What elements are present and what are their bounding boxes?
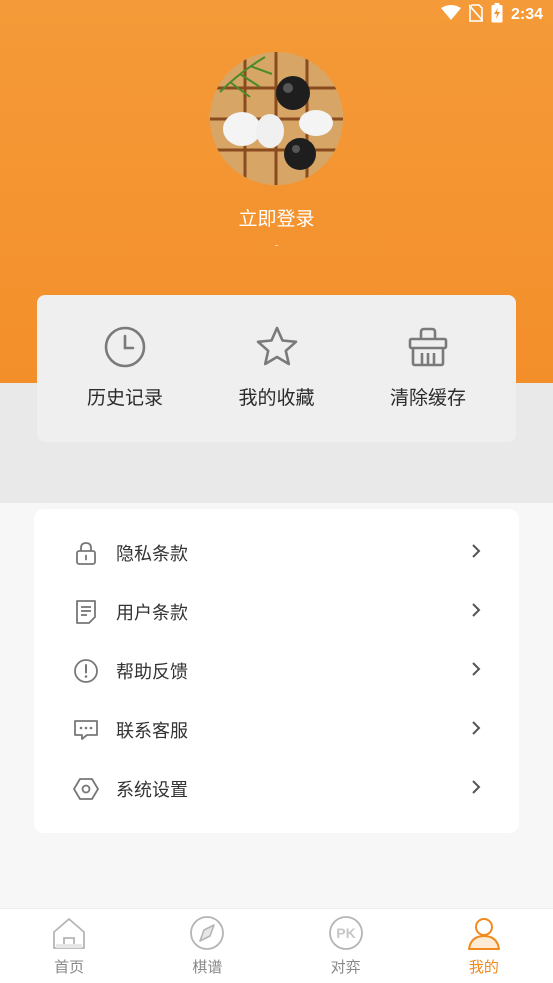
menu-item-privacy[interactable]: 隐私条款 <box>34 523 519 582</box>
no-sim-icon <box>468 4 484 26</box>
chevron-right-icon <box>469 778 483 800</box>
wifi-icon <box>440 5 461 25</box>
go-board-avatar-image <box>210 52 343 185</box>
battery-charging-icon <box>491 3 503 27</box>
svg-text:PK: PK <box>336 925 355 941</box>
menu-item-label: 隐私条款 <box>116 543 188 565</box>
tab-mine[interactable]: 我的 <box>415 909 553 983</box>
menu-item-label: 用户条款 <box>116 602 188 624</box>
exclamation-icon <box>72 657 100 685</box>
clock-icon <box>104 326 146 368</box>
document-icon <box>72 598 100 626</box>
tab-label: 对弈 <box>330 958 361 976</box>
login-link[interactable]: 立即登录 <box>0 204 553 231</box>
chevron-right-icon <box>469 601 483 623</box>
chevron-right-icon <box>469 719 483 741</box>
history-label: 历史记录 <box>86 387 163 409</box>
profile-subtitle: - <box>274 238 279 252</box>
chevron-right-icon <box>469 660 483 682</box>
menu-item-label: 系统设置 <box>116 779 188 801</box>
tab-label: 我的 <box>468 958 499 976</box>
clear-cache-label: 清除缓存 <box>389 387 466 409</box>
home-icon <box>53 918 86 949</box>
menu-item-help-feedback[interactable]: 帮助反馈 <box>34 641 519 700</box>
status-time: 2:34 <box>510 6 543 23</box>
favorites-button[interactable]: 我的收藏 <box>227 295 327 442</box>
avatar[interactable] <box>210 52 343 185</box>
tab-label: 首页 <box>54 958 85 976</box>
quick-actions-card: 历史记录 我的收藏 清除缓存 <box>37 295 516 442</box>
settings-menu: 隐私条款 用户条款 帮助反馈 联系客服 系统设置 <box>34 509 519 833</box>
menu-item-label: 联系客服 <box>116 720 188 742</box>
favorites-label: 我的收藏 <box>238 387 315 409</box>
star-icon <box>256 326 297 366</box>
settings-hex-icon <box>72 775 100 803</box>
basket-icon <box>408 327 448 367</box>
menu-item-label: 帮助反馈 <box>116 661 188 683</box>
history-button[interactable]: 历史记录 <box>75 295 175 442</box>
tab-game-records[interactable]: 棋谱 <box>138 909 276 983</box>
pk-icon: PK <box>328 916 363 950</box>
status-bar: 2:34 <box>440 0 543 30</box>
compass-icon <box>190 916 225 950</box>
menu-item-user-terms[interactable]: 用户条款 <box>34 582 519 641</box>
tab-label: 棋谱 <box>192 958 223 976</box>
clear-cache-button[interactable]: 清除缓存 <box>378 295 478 442</box>
tab-play[interactable]: PK 对弈 <box>277 909 415 983</box>
tab-home[interactable]: 首页 <box>0 909 138 983</box>
chevron-right-icon <box>469 542 483 564</box>
chat-icon <box>72 716 100 744</box>
user-icon <box>467 918 500 950</box>
lock-icon <box>72 539 100 567</box>
bottom-tab-bar: 首页 棋谱 PK 对弈 我的 <box>0 908 553 983</box>
menu-item-customer-service[interactable]: 联系客服 <box>34 700 519 759</box>
menu-item-system-settings[interactable]: 系统设置 <box>34 759 519 818</box>
